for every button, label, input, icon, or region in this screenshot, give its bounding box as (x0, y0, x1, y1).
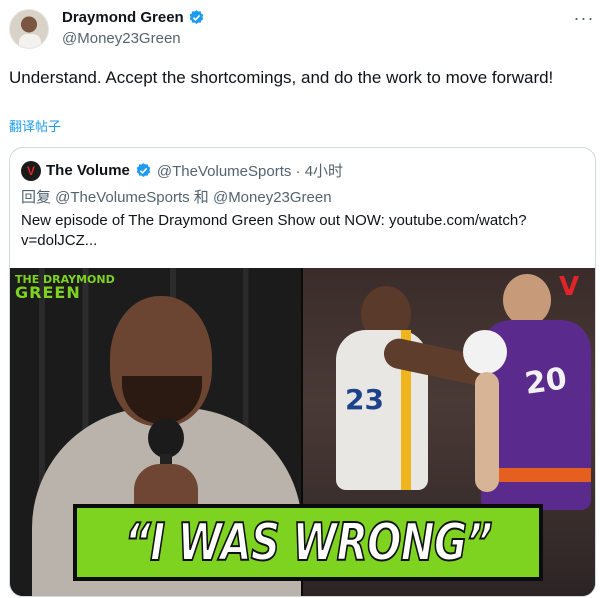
microphone-icon (148, 418, 184, 458)
banner-text: “I WAS WRONG” (124, 512, 493, 574)
show-logo-main: GREEN (15, 283, 81, 302)
author-handle[interactable]: @Money23Green (62, 30, 181, 47)
suns-arm (475, 372, 499, 492)
verified-badge-icon (136, 163, 151, 177)
quoted-media-image[interactable]: THE DRAYMOND GREEN 23 20 V “I WAS WRONG” (10, 268, 595, 596)
tweet-text: Understand. Accept the shortcomings, and… (9, 68, 554, 87)
headline-banner: “I WAS WRONG” (73, 504, 543, 581)
quoted-handle-time: @TheVolumeSports · 4小时 (156, 163, 344, 180)
warriors-number: 23 (345, 383, 384, 416)
quoted-author-name: The Volume (46, 162, 130, 179)
quoted-text: New episode of The Draymond Green Show o… (21, 212, 527, 249)
suns-player-head (503, 274, 551, 326)
volume-logo-icon: V (21, 160, 41, 181)
show-logo: THE DRAYMOND GREEN (15, 274, 115, 301)
quoted-author-row: V The Volume @TheVolumeSports · 4小时 (21, 160, 343, 181)
more-icon[interactable]: ··· (572, 8, 596, 28)
avatar[interactable] (9, 9, 49, 49)
corner-logo: V (559, 272, 580, 302)
verified-badge-icon (189, 10, 204, 24)
quoted-tweet[interactable]: V The Volume @TheVolumeSports · 4小时 回复 @… (9, 147, 596, 597)
suns-sleeve (463, 330, 507, 374)
author-row: Draymond Green (62, 9, 205, 26)
reply-context: 回复 @TheVolumeSports 和 @Money23Green (21, 189, 332, 206)
tweet-card: Draymond Green @Money23Green ··· Underst… (0, 0, 600, 598)
author-name[interactable]: Draymond Green (62, 9, 184, 26)
suns-number: 20 (522, 361, 569, 402)
translate-link[interactable]: 翻译帖子 (9, 116, 61, 135)
